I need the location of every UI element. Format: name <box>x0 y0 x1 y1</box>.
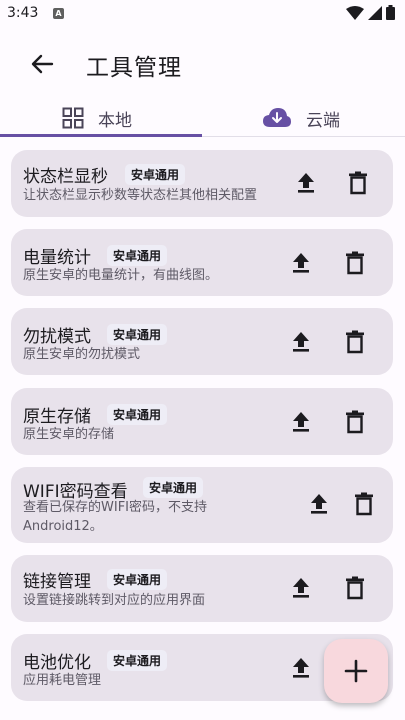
upload-icon <box>293 658 309 678</box>
tool-title: 勿扰模式 <box>23 327 91 347</box>
delete-button[interactable] <box>341 574 369 602</box>
tool-badge: 安卓通用 <box>125 164 186 185</box>
delete-icon <box>346 576 364 600</box>
tab-local-label: 本地 <box>98 110 132 131</box>
tool-desc: 让状态栏显示秒数等状态栏其他相关配置 <box>23 188 258 203</box>
status-bar: 3:43 A <box>0 0 405 28</box>
tool-badge: 安卓通用 <box>107 650 168 671</box>
grid-icon <box>62 107 84 129</box>
tool-title: 链接管理 <box>23 572 91 592</box>
status-icons <box>346 5 395 20</box>
app-bar: 工具管理 <box>0 36 405 92</box>
arrow-back-icon <box>31 54 54 74</box>
delete-button[interactable] <box>341 249 369 277</box>
upload-icon <box>298 173 314 193</box>
tool-desc-line2: Android12。 <box>23 519 103 534</box>
upload-button[interactable] <box>287 574 315 602</box>
tool-desc: 设置链接跳转到对应的应用界面 <box>23 593 206 608</box>
tab-cloud[interactable]: 云端 <box>262 98 340 138</box>
tool-title: 电池优化 <box>23 653 91 673</box>
tool-desc: 查看已保存的WIFI密码，不支持 <box>23 500 207 515</box>
tool-badge: 安卓通用 <box>107 324 168 345</box>
upload-icon <box>293 253 309 273</box>
tab-local[interactable]: 本地 <box>62 98 132 138</box>
back-button[interactable] <box>28 50 56 78</box>
tool-badge: 安卓通用 <box>107 245 168 266</box>
upload-icon <box>293 412 309 432</box>
delete-icon <box>355 492 373 516</box>
tool-desc: 原生安卓的电量统计，有曲线图。 <box>23 268 219 283</box>
tool-desc: 原生安卓的勿扰模式 <box>23 347 141 362</box>
delete-button[interactable] <box>344 169 372 197</box>
tool-title: 电量统计 <box>23 248 91 268</box>
tool-title: 状态栏显秒 <box>23 167 108 187</box>
page-title: 工具管理 <box>86 55 182 81</box>
tool-card-wifi-password[interactable]: WIFI密码查看 安卓通用 查看已保存的WIFI密码，不支持 Android12… <box>11 467 393 543</box>
delete-icon <box>346 330 364 354</box>
signal-icon <box>368 5 382 20</box>
tool-badge: 安卓通用 <box>107 569 168 590</box>
delete-icon <box>346 251 364 275</box>
upload-button[interactable] <box>305 490 333 518</box>
tab-indicator <box>0 134 202 137</box>
upload-button[interactable] <box>287 654 315 682</box>
upload-button[interactable] <box>287 408 315 436</box>
delete-button[interactable] <box>350 490 378 518</box>
upload-button[interactable] <box>287 249 315 277</box>
tool-badge: 安卓通用 <box>107 404 168 425</box>
upload-button[interactable] <box>292 169 320 197</box>
delete-button[interactable] <box>341 408 369 436</box>
delete-icon <box>349 171 367 195</box>
upload-icon <box>293 578 309 598</box>
delete-button[interactable] <box>341 328 369 356</box>
tool-title: 原生存储 <box>23 407 91 427</box>
tool-card-status-seconds[interactable]: 状态栏显秒 安卓通用 让状态栏显示秒数等状态栏其他相关配置 <box>11 150 393 217</box>
tab-row: 本地 云端 <box>0 98 405 138</box>
tool-desc: 应用耗电管理 <box>23 673 102 688</box>
tool-card-link-management[interactable]: 链接管理 安卓通用 设置链接跳转到对应的应用界面 <box>11 555 393 622</box>
upload-icon <box>293 332 309 352</box>
delete-icon <box>346 410 364 434</box>
cloud-download-icon <box>263 108 291 127</box>
upload-button[interactable] <box>287 328 315 356</box>
notification-app-icon: A <box>53 8 64 19</box>
battery-icon <box>386 5 395 20</box>
add-tool-fab[interactable] <box>324 639 388 703</box>
tab-cloud-label: 云端 <box>306 110 340 131</box>
tool-desc: 原生安卓的存储 <box>23 427 115 442</box>
upload-icon <box>311 494 327 514</box>
tool-card-do-not-disturb[interactable]: 勿扰模式 安卓通用 原生安卓的勿扰模式 <box>11 308 393 375</box>
tool-card-battery-stats[interactable]: 电量统计 安卓通用 原生安卓的电量统计，有曲线图。 <box>11 229 393 296</box>
tool-badge: 安卓通用 <box>143 477 204 498</box>
wifi-icon <box>346 5 364 20</box>
status-time: 3:43 <box>7 5 39 21</box>
tool-card-storage[interactable]: 原生存储 安卓通用 原生安卓的存储 <box>11 388 393 455</box>
add-icon <box>344 659 368 683</box>
